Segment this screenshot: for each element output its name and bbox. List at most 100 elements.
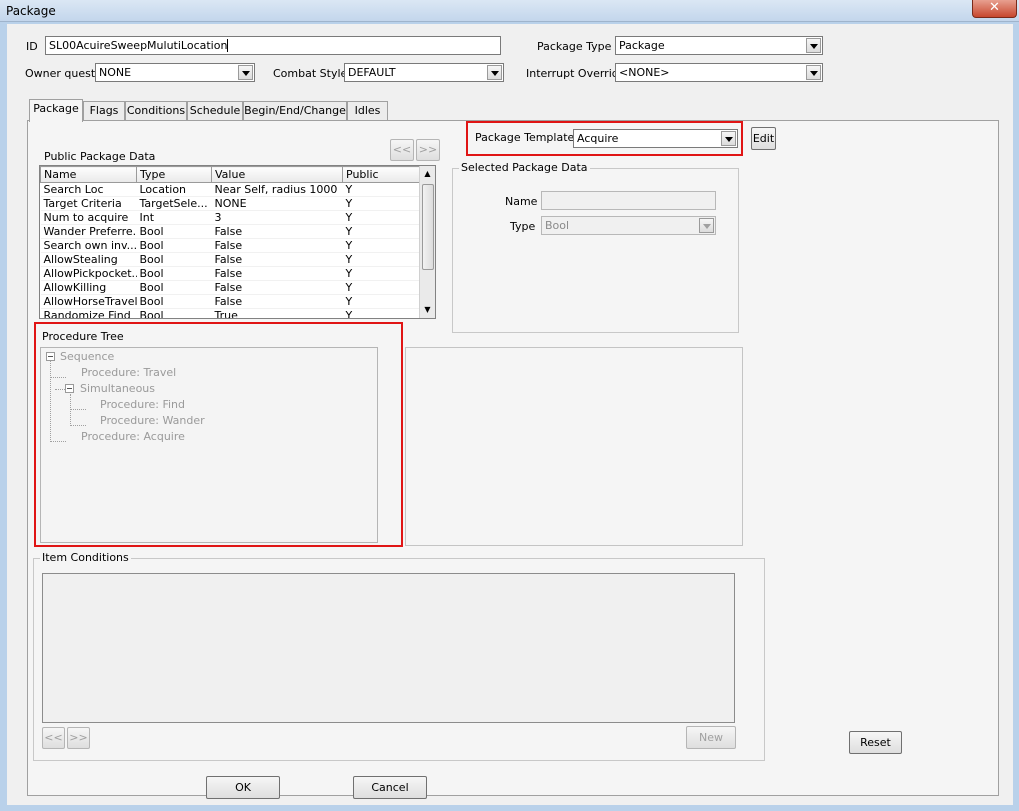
close-button[interactable]: ✕ [972,0,1017,18]
scroll-thumb[interactable] [422,184,434,270]
table-cell: Y [342,252,421,267]
column-header-value[interactable]: Value [211,166,343,183]
table-cell: Bool [136,280,212,295]
package-tab-panel: Package Template Acquire Edit Public Pac… [27,120,999,796]
tree-connector [55,389,65,390]
chevron-down-icon[interactable] [806,38,821,53]
package-window: Package ✕ ID SL00AcuireSweepMulutiLocati… [0,0,1019,811]
table-row[interactable]: Wander Preferre... Bool False Y [40,224,421,239]
table-cell: AllowHorseTravel [40,294,137,309]
tab-package[interactable]: Package [29,99,83,122]
tab-begin-end-change[interactable]: Begin/End/Change [243,101,347,121]
table-cell: Bool [136,252,212,267]
column-header-type[interactable]: Type [136,166,212,183]
chevron-down-icon[interactable] [699,218,714,233]
tab-flags[interactable]: Flags [83,101,125,121]
interrupt-override-label: Interrupt Override [526,67,626,80]
table-cell: Bool [136,224,212,239]
package-template-select[interactable]: Acquire [573,129,738,148]
chevron-down-icon[interactable] [487,65,502,80]
edit-template-button[interactable]: Edit [751,127,776,150]
package-type-value: Package [619,39,665,52]
table-cell: False [211,224,343,239]
title-bar[interactable]: Package [0,0,1019,22]
collapse-icon[interactable] [65,384,74,393]
table-cell: Search own inv... [40,238,137,253]
tree-connector [50,377,66,378]
ok-button[interactable]: OK [206,776,280,799]
selected-type-select[interactable]: Bool [541,216,716,235]
table-cell: Y [342,294,421,309]
table-row[interactable]: Target Criteria TargetSele... NONE Y [40,196,421,211]
reset-button[interactable]: Reset [849,731,902,754]
item-conditions-group: Item Conditions << >> New [33,551,765,761]
table-cell: Y [342,280,421,295]
table-cell: Bool [136,294,212,309]
column-header-public[interactable]: Public [342,166,421,183]
table-row[interactable]: AllowPickpocket... Bool False Y [40,266,421,281]
chevron-down-icon[interactable] [721,131,736,146]
name-label: Name [505,195,538,208]
id-input[interactable]: SL00AcuireSweepMulutiLocation [45,36,501,55]
new-condition-button[interactable]: New [686,726,736,749]
public-prev-button[interactable]: << [390,139,414,161]
table-cell: Location [136,182,212,197]
selected-name-field[interactable] [541,191,716,210]
owner-quest-select[interactable]: NONE [95,63,255,82]
conditions-next-button[interactable]: >> [67,727,90,749]
table-row[interactable]: Num to acquire Int 3 Y [40,210,421,225]
tab-schedule-label: Schedule [189,104,241,117]
selected-data-title: Selected Package Data [459,161,590,174]
procedure-details-panel [405,347,743,546]
tree-node-acquire[interactable]: Procedure: Acquire [81,430,185,443]
tree-connector [70,394,71,426]
collapse-icon[interactable] [46,352,55,361]
tree-node-find[interactable]: Procedure: Find [100,398,185,411]
table-cell: Bool [136,238,212,253]
table-row[interactable]: Search own inv... Bool False Y [40,238,421,253]
public-data-scrollbar[interactable]: ▲ ▼ [419,166,435,318]
tab-idles[interactable]: Idles [347,101,388,121]
table-row[interactable]: AllowKilling Bool False Y [40,280,421,295]
tree-node-simultaneous[interactable]: Simultaneous [80,382,155,395]
type-label: Type [510,220,536,233]
column-header-name[interactable]: Name [40,166,137,183]
chevron-down-icon[interactable] [806,65,821,80]
package-type-select[interactable]: Package [615,36,823,55]
table-cell: Y [342,182,421,197]
interrupt-override-value: <NONE> [619,66,670,79]
tree-connector [70,409,86,410]
tree-node-wander[interactable]: Procedure: Wander [100,414,205,427]
tab-conditions[interactable]: Conditions [125,101,187,121]
item-conditions-list[interactable] [42,573,735,723]
tab-idles-label: Idles [354,104,381,117]
combat-style-select[interactable]: DEFAULT [344,63,504,82]
table-row[interactable]: Randomize Find Bool True Y [40,308,421,318]
table-cell: Randomize Find [40,308,137,318]
tab-flags-label: Flags [89,104,119,117]
id-value: SL00AcuireSweepMulutiLocation [49,39,228,52]
scroll-up-icon[interactable]: ▲ [422,168,433,179]
selected-type-value: Bool [545,219,570,232]
table-cell: Y [342,308,421,318]
procedure-tree-view[interactable]: Sequence Procedure: Travel Simultaneous … [40,347,378,543]
cancel-button[interactable]: Cancel [353,776,427,799]
chevron-down-icon[interactable] [238,65,253,80]
tab-schedule[interactable]: Schedule [187,101,243,121]
table-row[interactable]: AllowStealing Bool False Y [40,252,421,267]
interrupt-override-select[interactable]: <NONE> [615,63,823,82]
combat-style-value: DEFAULT [348,66,396,79]
tree-node-travel[interactable]: Procedure: Travel [81,366,176,379]
table-header-row: Name Type Value Public [40,166,421,183]
owner-quest-label: Owner quest [25,67,96,80]
table-cell: Bool [136,266,212,281]
table-row[interactable]: Search Loc Location Near Self, radius 1000… [40,182,421,197]
conditions-prev-button[interactable]: << [42,727,65,749]
public-data-table: Name Type Value Public Search Loc Locatio… [39,165,436,319]
selected-data-group: Selected Package Data Name Type Bool [452,161,739,333]
table-row[interactable]: AllowHorseTravel Bool False Y [40,294,421,309]
table-cell: Y [342,238,421,253]
tree-node-sequence[interactable]: Sequence [60,350,114,363]
scroll-down-icon[interactable]: ▼ [422,304,433,315]
public-next-button[interactable]: >> [416,139,440,161]
